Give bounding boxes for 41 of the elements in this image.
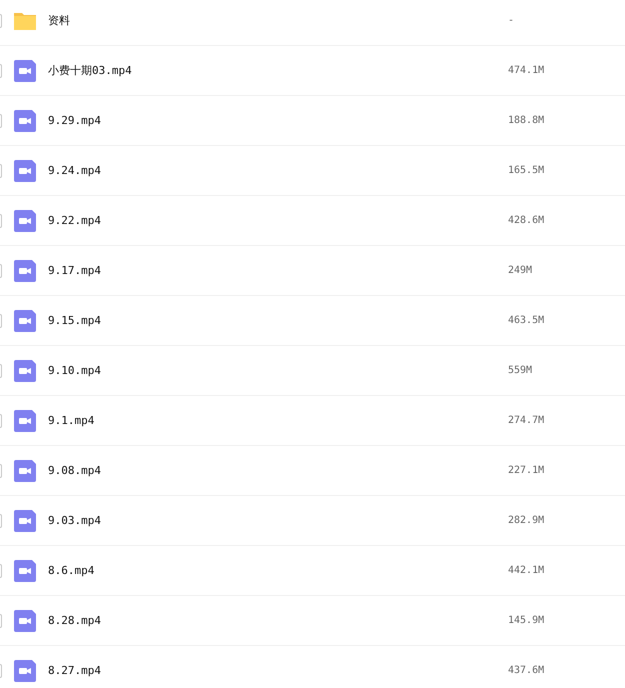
file-name[interactable]: 8.28.mp4 [48, 614, 508, 627]
video-icon [14, 310, 36, 332]
file-size: 145.9M [508, 615, 544, 626]
file-name[interactable]: 9.22.mp4 [48, 214, 508, 227]
file-size: 463.5M [508, 315, 544, 326]
file-name[interactable]: 8.27.mp4 [48, 664, 508, 677]
file-size: 428.6M [508, 215, 544, 226]
file-size: 282.9M [508, 515, 544, 526]
video-icon [14, 360, 36, 382]
video-icon [14, 660, 36, 682]
video-icon [14, 610, 36, 632]
file-name[interactable]: 9.1.mp4 [48, 414, 508, 427]
file-name[interactable]: 9.29.mp4 [48, 114, 508, 127]
file-size: - [508, 15, 514, 26]
video-icon [14, 410, 36, 432]
file-name[interactable]: 资料 [48, 13, 508, 28]
video-icon [14, 60, 36, 82]
file-size: 474.1M [508, 65, 544, 76]
file-size: 227.1M [508, 465, 544, 476]
video-icon [14, 460, 36, 482]
file-name[interactable]: 9.15.mp4 [48, 314, 508, 327]
file-size: 442.1M [508, 565, 544, 576]
video-icon [14, 560, 36, 582]
file-name[interactable]: 9.24.mp4 [48, 164, 508, 177]
video-icon [14, 510, 36, 532]
file-size: 188.8M [508, 115, 544, 126]
video-icon [14, 260, 36, 282]
file-name[interactable]: 9.17.mp4 [48, 264, 508, 277]
file-size: 274.7M [508, 415, 544, 426]
file-name[interactable]: 9.03.mp4 [48, 514, 508, 527]
video-icon [14, 110, 36, 132]
file-size: 559M [508, 365, 532, 376]
file-size: 165.5M [508, 165, 544, 176]
file-name[interactable]: 9.08.mp4 [48, 464, 508, 477]
file-size: 249M [508, 265, 532, 276]
file-name[interactable]: 8.6.mp4 [48, 564, 508, 577]
video-icon [14, 210, 36, 232]
video-icon [14, 160, 36, 182]
file-name[interactable]: 9.10.mp4 [48, 364, 508, 377]
file-size: 437.6M [508, 665, 544, 676]
file-name[interactable]: 小费十期03.mp4 [48, 63, 508, 78]
